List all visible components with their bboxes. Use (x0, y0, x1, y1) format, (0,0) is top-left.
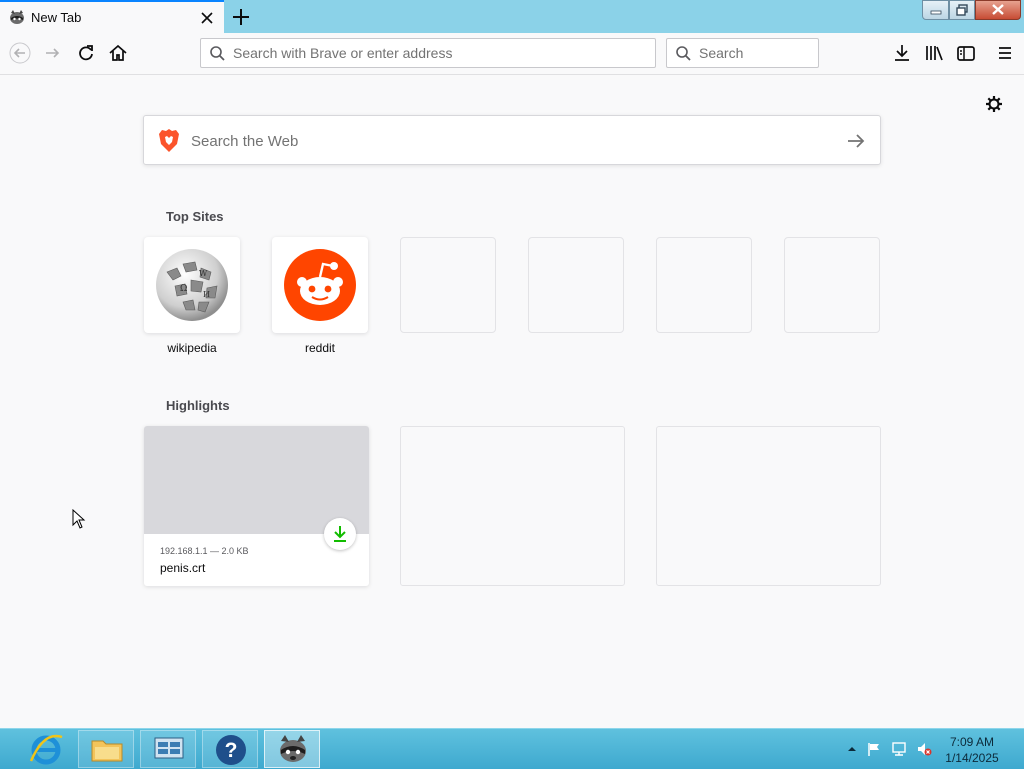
svg-text:И: И (203, 290, 210, 299)
restore-button[interactable] (949, 0, 975, 20)
web-search-input[interactable] (191, 131, 811, 151)
minimize-button[interactable] (922, 0, 949, 20)
raccoon-icon (10, 10, 24, 24)
wikipedia-icon: Ω W И (156, 249, 228, 321)
raccoon-icon (280, 735, 306, 762)
top-site-empty-slot (528, 237, 624, 333)
taskbar-help[interactable]: ? (202, 730, 258, 768)
web-search-box[interactable] (143, 115, 881, 165)
top-site-reddit[interactable] (272, 237, 368, 333)
top-site-empty-slot (656, 237, 752, 333)
taskbar-file-explorer[interactable] (78, 730, 134, 768)
highlight-card-download[interactable]: 192.168.1.1 — 2.0 KB penis.crt (144, 426, 369, 586)
highlight-title: penis.crt (160, 561, 206, 575)
new-tab-plus-icon[interactable] (228, 4, 254, 30)
forward-arrow-icon[interactable] (42, 42, 64, 64)
top-site-label: wikipedia (167, 341, 217, 355)
top-site-empty-slot (400, 237, 496, 333)
search-icon (676, 46, 691, 61)
tab-new-tab[interactable]: New Tab (0, 0, 224, 33)
speaker-muted-icon[interactable] (916, 741, 932, 757)
minimize-icon (930, 10, 942, 15)
close-tab-icon[interactable] (196, 7, 218, 29)
mouse-cursor-icon (72, 509, 86, 529)
svg-text:?: ? (225, 739, 238, 762)
top-site-label: reddit (304, 341, 336, 355)
network-icon[interactable] (891, 741, 907, 757)
reload-icon[interactable] (75, 42, 97, 64)
arrow-right-icon[interactable] (844, 129, 868, 153)
flag-icon[interactable] (866, 741, 882, 757)
reddit-icon (284, 249, 356, 321)
svg-text:W: W (199, 269, 208, 278)
svg-text:Ω: Ω (180, 284, 187, 294)
top-site-wikipedia[interactable]: Ω W И (144, 237, 240, 333)
search-input[interactable] (699, 44, 809, 62)
highlight-empty-slot (400, 426, 625, 586)
download-icon (334, 526, 346, 542)
sidebar-icon[interactable] (955, 42, 977, 64)
highlight-meta: 192.168.1.1 — 2.0 KB (160, 546, 249, 556)
chevron-up-icon[interactable] (844, 741, 860, 757)
clock-date: 1/14/2025 (945, 751, 999, 765)
highlight-empty-slot (656, 426, 881, 586)
close-window-button[interactable] (975, 0, 1021, 20)
taskbar-clock[interactable]: 7:09 AM 1/14/2025 (940, 734, 1004, 766)
windows-taskbar: ? 7:09 AM 1/14/2025 (0, 728, 1024, 769)
clock-time: 7:09 AM (949, 735, 995, 749)
menu-hamburger-icon[interactable] (994, 42, 1016, 64)
back-arrow-icon[interactable] (9, 42, 31, 64)
restore-icon (956, 4, 968, 16)
search-bar[interactable] (666, 38, 819, 68)
downloads-icon[interactable] (891, 42, 913, 64)
taskbar-browser[interactable] (264, 730, 320, 768)
url-bar[interactable] (200, 38, 656, 68)
top-site-empty-slot (784, 237, 880, 333)
search-icon (210, 46, 225, 61)
download-badge (324, 518, 356, 550)
internet-explorer-icon[interactable] (26, 731, 66, 767)
home-icon[interactable] (107, 42, 129, 64)
tab-strip: New Tab (0, 0, 1024, 33)
taskbar-server-manager[interactable] (140, 730, 196, 768)
url-input[interactable] (233, 44, 643, 62)
top-sites-heading: Top Sites (166, 209, 224, 224)
gear-icon[interactable] (984, 94, 1004, 114)
tab-title: New Tab (31, 10, 82, 25)
navigation-toolbar (0, 33, 1024, 75)
library-icon[interactable] (923, 42, 945, 64)
close-icon (992, 4, 1004, 15)
server-manager-icon (154, 737, 184, 759)
folder-icon (91, 740, 123, 762)
help-question-icon: ? (216, 735, 246, 765)
brave-lion-icon (159, 129, 179, 152)
highlights-heading: Highlights (166, 398, 230, 413)
